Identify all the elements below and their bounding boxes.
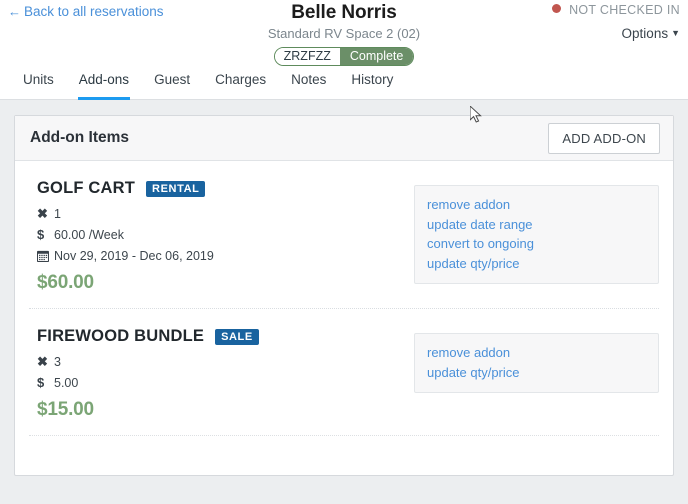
addon-details: GOLF CART RENTAL ✖ 1 $ 60.00 /Week Nov 2… xyxy=(29,179,414,294)
addon-date-range: Nov 29, 2019 - Dec 06, 2019 xyxy=(54,249,214,263)
addon-quantity: 3 xyxy=(54,355,61,369)
card-footer-divider xyxy=(29,435,659,475)
dollar-icon: $ xyxy=(37,227,45,242)
main-content: Add-on Items ADD ADD-ON GOLF CART RENTAL… xyxy=(0,100,688,476)
dollar-icon: $ xyxy=(37,375,45,390)
addon-title-row: GOLF CART RENTAL xyxy=(37,179,414,198)
update-qty-price-link[interactable]: update qty/price xyxy=(427,363,646,383)
remove-addon-link[interactable]: remove addon xyxy=(427,343,646,363)
update-qty-price-link[interactable]: update qty/price xyxy=(427,254,646,274)
addon-items-card-header: Add-on Items ADD ADD-ON xyxy=(15,116,673,161)
tab-notes[interactable]: Notes xyxy=(290,69,327,100)
back-to-reservations-link[interactable]: ← Back to all reservations xyxy=(8,4,164,19)
status-badge[interactable]: ZRZFZZ Complete xyxy=(273,47,415,66)
addon-list: GOLF CART RENTAL ✖ 1 $ 60.00 /Week Nov 2… xyxy=(15,161,673,435)
tab-add-ons[interactable]: Add-ons xyxy=(77,69,131,100)
addon-total: $60.00 xyxy=(37,272,94,293)
addon-name: GOLF CART xyxy=(37,179,136,197)
calendar-icon xyxy=(37,250,54,262)
addon-type-badge: RENTAL xyxy=(146,180,206,197)
caret-down-icon: ▼ xyxy=(671,28,680,38)
addon-item-golf-cart: GOLF CART RENTAL ✖ 1 $ 60.00 /Week Nov 2… xyxy=(29,161,659,308)
addon-actions-panel: remove addon update qty/price xyxy=(414,333,659,393)
options-label: Options xyxy=(621,26,669,41)
addon-quantity-row: ✖ 3 xyxy=(37,354,414,370)
addon-price-row: $ 60.00 /Week xyxy=(37,227,414,243)
addon-actions-column: remove addon update date range convert t… xyxy=(414,179,659,284)
addon-title-row: FIREWOOD BUNDLE SALE xyxy=(37,327,414,346)
tab-history[interactable]: History xyxy=(350,69,394,100)
tab-charges[interactable]: Charges xyxy=(214,69,267,100)
tab-guest[interactable]: Guest xyxy=(153,69,191,100)
addon-name: FIREWOOD BUNDLE xyxy=(37,327,205,345)
addon-unit-price: 60.00 /Week xyxy=(54,228,124,242)
checkin-status: NOT CHECKED IN xyxy=(552,3,680,17)
back-link-label: Back to all reservations xyxy=(24,4,164,19)
addon-items-card: Add-on Items ADD ADD-ON GOLF CART RENTAL… xyxy=(14,115,674,476)
header-actions: NOT CHECKED IN Options ▼ xyxy=(552,3,680,41)
checkin-status-label: NOT CHECKED IN xyxy=(569,3,680,17)
addon-type-badge: SALE xyxy=(215,328,259,345)
multiply-icon: ✖ xyxy=(37,354,48,369)
addon-actions-panel: remove addon update date range convert t… xyxy=(414,185,659,284)
addon-details: FIREWOOD BUNDLE SALE ✖ 3 $ 5.00 $15.00 xyxy=(29,327,414,421)
options-menu-button[interactable]: Options ▼ xyxy=(552,26,680,41)
addon-actions-column: remove addon update qty/price xyxy=(414,327,659,393)
tab-bar: Units Add-ons Guest Charges Notes Histor… xyxy=(0,69,688,100)
add-addon-button[interactable]: ADD ADD-ON xyxy=(548,122,660,154)
addon-unit-price: 5.00 xyxy=(54,376,79,390)
tab-units[interactable]: Units xyxy=(22,69,55,100)
remove-addon-link[interactable]: remove addon xyxy=(427,195,646,215)
convert-to-ongoing-link[interactable]: convert to ongoing xyxy=(427,234,646,254)
reservation-state: Complete xyxy=(339,48,414,65)
update-date-range-link[interactable]: update date range xyxy=(427,215,646,235)
addon-item-firewood-bundle: FIREWOOD BUNDLE SALE ✖ 3 $ 5.00 $15.00 r… xyxy=(29,308,659,435)
page-header: ← Back to all reservations Belle Norris S… xyxy=(0,0,688,69)
confirmation-code: ZRZFZZ xyxy=(274,48,340,65)
addon-total: $15.00 xyxy=(37,399,94,420)
arrow-left-icon: ← xyxy=(8,4,21,19)
multiply-icon: ✖ xyxy=(37,206,48,221)
addon-price-row: $ 5.00 xyxy=(37,375,414,391)
card-title: Add-on Items xyxy=(30,129,130,146)
status-dot-icon xyxy=(552,4,562,13)
addon-quantity: 1 xyxy=(54,207,61,221)
addon-date-row: Nov 29, 2019 - Dec 06, 2019 xyxy=(37,249,414,263)
addon-quantity-row: ✖ 1 xyxy=(37,206,414,222)
